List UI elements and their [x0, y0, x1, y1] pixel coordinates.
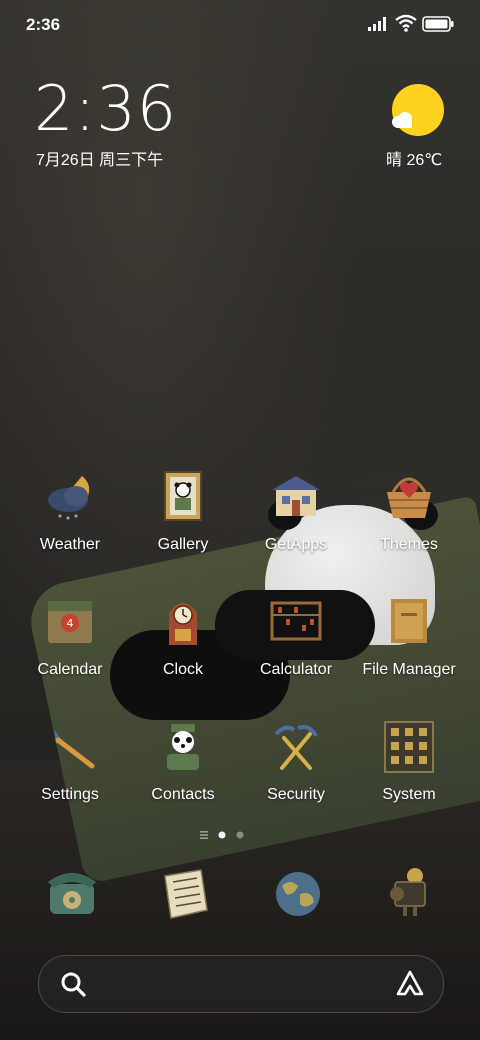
- contacts-panda-icon: [167, 724, 199, 770]
- gallery-frame-icon: [164, 471, 202, 521]
- app-label: Clock: [162, 661, 203, 678]
- weather-cloud-icon: [48, 476, 90, 520]
- themes-basket-icon: [387, 477, 431, 518]
- svg-text:4: 4: [67, 617, 74, 630]
- settings-brush-icon: [54, 730, 95, 769]
- messages-icon[interactable]: [155, 866, 215, 926]
- search-icon[interactable]: [59, 970, 87, 998]
- assistant-icon[interactable]: [395, 969, 425, 999]
- search-bar[interactable]: [38, 955, 444, 1013]
- app-label: Calendar: [37, 661, 103, 678]
- weather-widget-text: 晴 26℃: [386, 152, 443, 169]
- app-themes[interactable]: Themes: [354, 470, 464, 570]
- phone-icon[interactable]: [42, 862, 102, 922]
- app-label: Gallery: [157, 536, 209, 553]
- battery-icon: [422, 16, 454, 32]
- app-label: Security: [267, 786, 325, 803]
- app-label: Settings: [41, 786, 99, 803]
- app-settings[interactable]: Settings: [15, 720, 125, 820]
- folder-icon: [391, 599, 427, 643]
- app-gallery[interactable]: Gallery: [128, 470, 238, 570]
- cloud-icon: [392, 112, 412, 128]
- app-label: Contacts: [151, 786, 215, 803]
- app-label: Calculator: [259, 661, 333, 678]
- app-label: Weather: [39, 536, 101, 553]
- page-indicator[interactable]: [200, 828, 260, 842]
- system-grid-icon: [384, 721, 434, 773]
- app-getapps[interactable]: GetApps: [241, 470, 351, 570]
- camera-icon[interactable]: [381, 862, 441, 922]
- app-label: System: [382, 786, 436, 803]
- app-system[interactable]: System: [354, 720, 464, 820]
- clock-icon: [169, 603, 197, 645]
- getapps-house-icon: [272, 476, 320, 516]
- clock-widget-time[interactable]: 2:36: [34, 74, 177, 144]
- signal-icon: [368, 17, 386, 31]
- page-dot-active[interactable]: [218, 831, 226, 839]
- app-file-manager[interactable]: File Manager: [354, 595, 464, 695]
- app-label: GetApps: [264, 536, 328, 553]
- menu-lines-icon: [200, 831, 208, 839]
- abacus-icon: [270, 601, 322, 641]
- app-label: File Manager: [362, 661, 456, 678]
- security-pickaxe-icon: [274, 725, 318, 770]
- app-weather[interactable]: Weather: [15, 470, 125, 570]
- app-clock[interactable]: Clock: [128, 595, 238, 695]
- page-dot[interactable]: [236, 831, 244, 839]
- app-calendar[interactable]: 4 Calendar: [15, 595, 125, 695]
- browser-globe-icon[interactable]: [268, 864, 328, 924]
- app-security[interactable]: Security: [241, 720, 351, 820]
- status-time: 2:36: [26, 15, 61, 34]
- wifi-icon: [395, 14, 417, 32]
- app-calculator[interactable]: Calculator: [241, 595, 351, 695]
- calendar-icon: 4: [48, 601, 92, 643]
- app-contacts[interactable]: Contacts: [128, 720, 238, 820]
- weather-widget[interactable]: 晴 26℃: [380, 82, 450, 172]
- sun-icon: [392, 84, 444, 136]
- clock-widget-date[interactable]: 7月26日 周三下午: [36, 146, 163, 170]
- status-bar: 2:36: [0, 0, 480, 50]
- app-label: Themes: [380, 536, 438, 553]
